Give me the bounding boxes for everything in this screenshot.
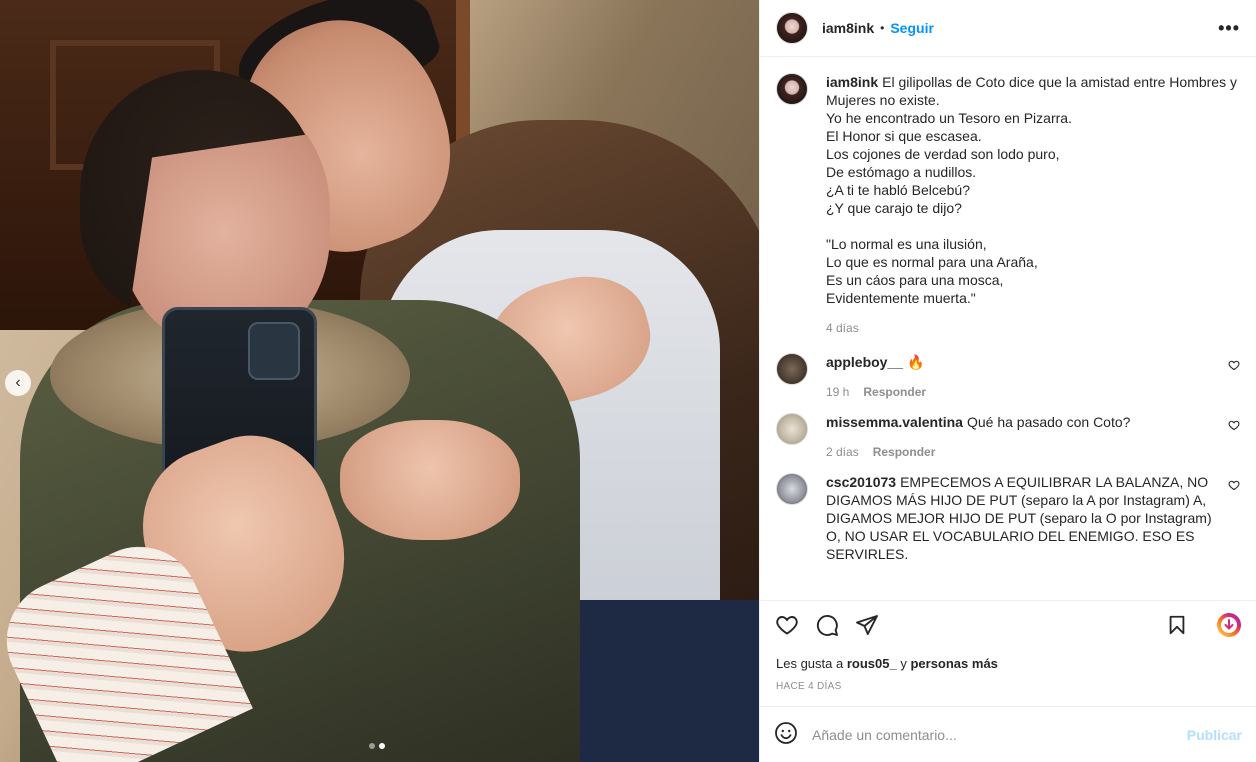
commenter-avatar[interactable]: [776, 473, 808, 505]
comment-bubble-icon[interactable]: [814, 612, 840, 638]
caption-line: El Honor si que escasea.: [826, 128, 982, 144]
photo-phone-camera: [248, 322, 300, 380]
likes-middle: y: [900, 656, 907, 671]
caption-body: iam8ink El gilipollas de Coto dice que la…: [826, 73, 1240, 337]
chevron-left-icon: ‹: [15, 374, 21, 391]
comment-item: csc201073 EMPECEMOS A EQUILIBRAR LA BALAN…: [776, 473, 1240, 563]
like-comment-heart-icon[interactable]: [1228, 479, 1240, 494]
download-extension-icon[interactable]: [1216, 612, 1242, 638]
caption: iam8ink El gilipollas de Coto dice que la…: [776, 73, 1240, 337]
caption-line: El gilipollas de Coto dice que la amista…: [826, 74, 1237, 108]
publish-button[interactable]: Publicar: [1187, 727, 1242, 743]
caption-line: Es un cáos para una mosca,: [826, 272, 1004, 288]
caption-line: De estómago a nudillos.: [826, 164, 977, 180]
like-comment-heart-icon[interactable]: [1228, 359, 1240, 374]
caption-avatar[interactable]: [776, 73, 808, 105]
fire-emoji: 🔥: [907, 354, 925, 370]
save-bookmark-icon[interactable]: [1164, 612, 1190, 638]
likes-prefix: Les gusta a: [776, 656, 844, 671]
commenter-username[interactable]: csc201073: [826, 474, 896, 490]
carousel-prev-button[interactable]: ‹: [5, 370, 31, 396]
caption-username[interactable]: iam8ink: [826, 74, 878, 90]
post-actions-bar: [760, 600, 1256, 648]
post-panel: iam8ink • Seguir ••• iam8ink El gilipolla…: [759, 0, 1256, 762]
caption-line: "Lo normal es una ilusión,: [826, 236, 987, 252]
post-date[interactable]: HACE 4 DÍAS: [760, 671, 1256, 706]
caption-line: Evidentemente muerta.": [826, 290, 976, 306]
comment-time[interactable]: 2 días: [826, 443, 859, 461]
likes-summary: Les gusta a rous05_ y personas más: [760, 648, 1256, 671]
comment-time[interactable]: 19 h: [826, 383, 849, 401]
share-paper-plane-icon[interactable]: [854, 612, 880, 638]
caption-line: Los cojones de verdad son lodo puro,: [826, 146, 1060, 162]
like-heart-icon[interactable]: [774, 612, 800, 638]
commenter-username[interactable]: missemma.valentina: [826, 414, 963, 430]
follow-button[interactable]: Seguir: [890, 20, 934, 36]
caption-line: ¿A ti te habló Belcebú?: [826, 182, 970, 198]
commenter-username[interactable]: appleboy__: [826, 354, 903, 370]
caption-text: iam8ink El gilipollas de Coto dice que la…: [826, 73, 1240, 109]
caption-time[interactable]: 4 días: [826, 319, 859, 337]
actions-right: [1164, 612, 1242, 638]
comments-list[interactable]: iam8ink El gilipollas de Coto dice que la…: [760, 57, 1256, 600]
comment-meta: 19 h Responder: [826, 383, 1240, 401]
header-separator: •: [880, 21, 885, 35]
likes-others-link[interactable]: personas más: [910, 656, 997, 671]
more-options-icon[interactable]: •••: [1218, 18, 1240, 39]
owner-avatar[interactable]: [776, 12, 808, 44]
caption-line: [826, 217, 1240, 235]
carousel-dot: [369, 743, 375, 749]
carousel-indicator: [369, 743, 385, 749]
comment-body: missemma.valentina Qué ha pasado con Coto…: [826, 413, 1240, 461]
likes-user[interactable]: rous05_: [847, 656, 897, 671]
comment-text: Qué ha pasado con Coto?: [966, 414, 1131, 430]
post-header: iam8ink • Seguir •••: [760, 0, 1256, 57]
comment-body: appleboy__ 🔥 19 h Responder: [826, 353, 1240, 401]
post-image[interactable]: ‹: [0, 0, 759, 762]
caption-line: ¿Y que carajo te dijo?: [826, 200, 962, 216]
add-comment-bar: Publicar: [760, 706, 1256, 762]
photo-woman-hand-right: [340, 420, 520, 540]
comment-body: csc201073 EMPECEMOS A EQUILIBRAR LA BALAN…: [826, 473, 1240, 563]
caption-line: Yo he encontrado un Tesoro en Pizarra.: [826, 110, 1072, 126]
caption-meta: 4 días: [826, 319, 1240, 337]
like-comment-heart-icon[interactable]: [1228, 419, 1240, 434]
reply-button[interactable]: Responder: [863, 383, 926, 401]
emoji-smiley-icon[interactable]: [774, 721, 798, 748]
comment-item: missemma.valentina Qué ha pasado con Coto…: [776, 413, 1240, 461]
comment-item: appleboy__ 🔥 19 h Responder: [776, 353, 1240, 401]
comment-input[interactable]: [812, 726, 1173, 743]
commenter-avatar[interactable]: [776, 413, 808, 445]
reply-button[interactable]: Responder: [873, 443, 936, 461]
comment-meta: 2 días Responder: [826, 443, 1240, 461]
caption-line: Lo que es normal para una Araña,: [826, 254, 1038, 270]
carousel-dot: [379, 743, 385, 749]
commenter-avatar[interactable]: [776, 353, 808, 385]
owner-username[interactable]: iam8ink: [822, 20, 874, 36]
